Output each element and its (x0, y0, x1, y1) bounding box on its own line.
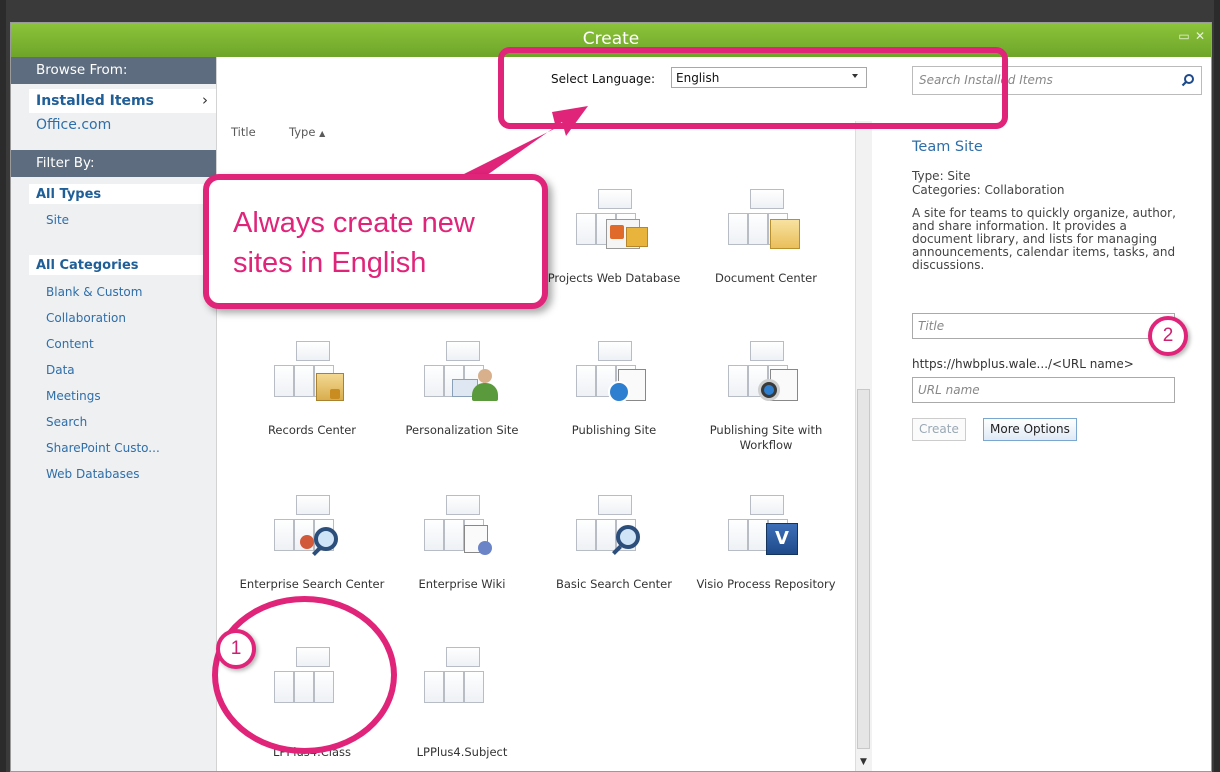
tile-label: Records Center (267, 423, 357, 437)
chevron-right-icon: › (202, 91, 208, 109)
tile-label: Document Center (715, 271, 817, 285)
sort-ascending-icon: ▲ (319, 129, 326, 138)
template-tile[interactable]: Records Center (237, 337, 387, 438)
template-type: Type: Site (912, 169, 971, 183)
nav-category[interactable]: Web Databases (46, 467, 140, 481)
left-nav: Browse From: Installed Items › Office.co… (11, 57, 217, 771)
template-tile[interactable]: Projects Web Database (539, 185, 689, 286)
url-prefix: https://hwbplus.wale.../<URL name> (912, 357, 1134, 371)
template-tile[interactable]: V Visio Process Repository (691, 491, 841, 592)
details-panel: Search Installed Items Team Site Type: S… (872, 57, 1211, 771)
template-tile[interactable]: Basic Search Center (539, 491, 689, 592)
close-icon[interactable]: ✕ (1193, 29, 1207, 43)
template-tile[interactable]: Document Center (691, 185, 841, 286)
personalization-site-icon (422, 337, 502, 417)
template-tile[interactable]: LPPlus4.Subject (387, 643, 537, 760)
template-tile[interactable]: Publishing Site (539, 337, 689, 438)
publishing-workflow-icon (726, 337, 806, 417)
nav-category[interactable]: Search (46, 415, 87, 429)
step-badge: 1 (216, 629, 256, 669)
tile-label: Personalization Site (405, 423, 519, 437)
tile-label: Projects Web Database (547, 271, 681, 285)
callout-bubble: Always create new sites in English (203, 174, 548, 309)
nav-category[interactable]: Content (46, 337, 94, 351)
nav-category[interactable]: Meetings (46, 389, 101, 403)
visio-icon: V (726, 491, 806, 571)
create-button[interactable]: Create (912, 418, 966, 441)
nav-category[interactable]: Blank & Custom (46, 285, 142, 299)
tile-label: Enterprise Wiki (418, 577, 506, 591)
template-tile[interactable]: Personalization Site (387, 337, 537, 438)
language-highlight-box (498, 47, 1008, 129)
tile-label: LPPlus4.Subject (416, 745, 508, 759)
gallery-scrollbar[interactable]: ▼ (855, 121, 873, 771)
nav-all-categories[interactable]: All Categories (36, 258, 139, 273)
search-icon[interactable] (1181, 73, 1195, 87)
tile-label: Publishing Site (571, 423, 657, 437)
create-dialog: Create ▭ ✕ Browse From: Installed Items … (10, 22, 1212, 772)
nav-type-site[interactable]: Site (46, 213, 69, 227)
template-description: A site for teams to quickly organize, au… (912, 206, 1176, 272)
highlight-circle (212, 596, 397, 754)
nav-category[interactable]: Collaboration (46, 311, 126, 325)
nav-all-types[interactable]: All Types (36, 187, 101, 202)
tile-label: Basic Search Center (556, 577, 672, 591)
records-center-icon (272, 337, 352, 417)
nav-office-com[interactable]: Office.com (36, 117, 111, 133)
template-tile[interactable]: Enterprise Search Center (237, 491, 387, 592)
document-center-icon (726, 185, 806, 265)
enterprise-wiki-icon (422, 491, 502, 571)
tile-label: Visio Process Repository (696, 577, 836, 591)
maximize-icon[interactable]: ▭ (1177, 29, 1191, 43)
column-type-label: Type (289, 125, 316, 139)
url-placeholder: URL name (918, 383, 980, 397)
more-options-button[interactable]: More Options (983, 418, 1077, 441)
template-tile[interactable]: Publishing Site with Workflow (691, 337, 841, 453)
browse-header: Browse From: (11, 57, 216, 84)
basic-search-icon (574, 491, 654, 571)
template-categories: Categories: Collaboration (912, 183, 1065, 197)
column-title[interactable]: Title (231, 125, 256, 139)
template-tile[interactable]: Enterprise Wiki (387, 491, 537, 592)
nav-installed-items[interactable]: Installed Items (36, 93, 154, 109)
publishing-site-icon (574, 337, 654, 417)
nav-category[interactable]: Data (46, 363, 75, 377)
template-title[interactable]: Team Site (912, 139, 983, 155)
tile-label: Publishing Site with Workflow (709, 423, 823, 452)
tile-label: Enterprise Search Center (239, 577, 385, 591)
scroll-thumb[interactable] (857, 389, 870, 749)
step-badge: 2 (1148, 316, 1188, 356)
column-type[interactable]: Type ▲ (289, 125, 325, 139)
callout-text: Always create new sites in English (233, 207, 475, 279)
filter-header: Filter By: (11, 150, 216, 177)
site-template-icon (422, 643, 502, 723)
title-field[interactable]: Title (912, 313, 1175, 339)
dialog-title: Create (582, 29, 640, 49)
nav-category[interactable]: SharePoint Custo... (46, 441, 160, 455)
url-name-field[interactable]: URL name (912, 377, 1175, 403)
projects-database-icon (574, 185, 654, 265)
title-placeholder: Title (918, 319, 945, 333)
scroll-down-icon[interactable]: ▼ (857, 755, 870, 769)
enterprise-search-icon (272, 491, 352, 571)
